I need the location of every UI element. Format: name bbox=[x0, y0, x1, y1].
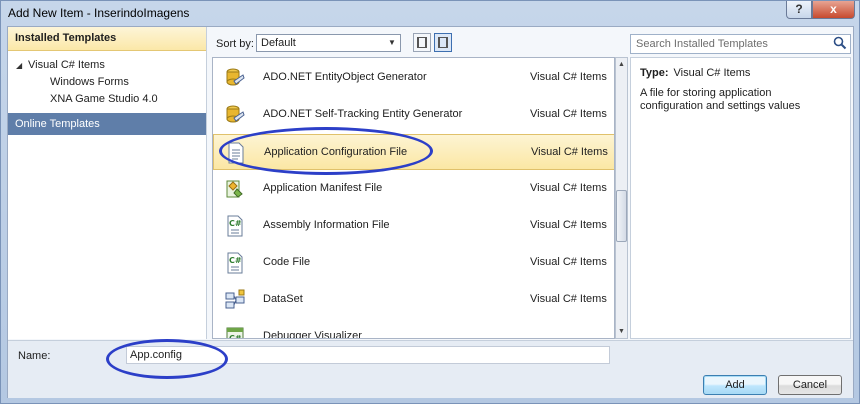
template-name: DataSet bbox=[263, 293, 303, 305]
dialog-client-area: Installed Templates ◢ Visual C# Items Win… bbox=[7, 26, 854, 398]
name-input[interactable]: App.config bbox=[126, 346, 610, 364]
search-placeholder: Search Installed Templates bbox=[636, 38, 768, 50]
template-row[interactable]: Application Manifest File Visual C# Item… bbox=[213, 171, 614, 207]
template-category: Visual C# Items bbox=[531, 146, 608, 158]
csharp-file-icon: C# bbox=[227, 215, 243, 237]
template-row[interactable]: C# Debugger Visualizer bbox=[213, 319, 614, 339]
template-type-line: Type: Visual C# Items bbox=[640, 67, 850, 79]
tree-item-visual-csharp-items[interactable]: ◢ Visual C# Items bbox=[16, 57, 105, 73]
csharp-file-icon: C# bbox=[227, 252, 243, 274]
svg-text:C#: C# bbox=[229, 256, 242, 265]
template-name: ADO.NET Self-Tracking Entity Generator bbox=[263, 108, 463, 120]
chevron-down-icon[interactable]: ▼ bbox=[385, 36, 399, 50]
template-name: Assembly Information File bbox=[263, 219, 390, 231]
templates-list-scrollbar[interactable]: ▲ ▼ bbox=[615, 57, 628, 339]
template-row[interactable]: DataSet Visual C# Items bbox=[213, 282, 614, 318]
name-label: Name: bbox=[18, 350, 51, 362]
tree-item-xna-game-studio[interactable]: XNA Game Studio 4.0 bbox=[50, 91, 158, 107]
template-name: Application Manifest File bbox=[263, 182, 383, 194]
window-title: Add New Item - InserindoImagens bbox=[8, 6, 190, 20]
tree-item-label: Visual C# Items bbox=[28, 59, 105, 71]
template-description: A file for storing application configura… bbox=[640, 87, 801, 112]
visualizer-icon: C# bbox=[226, 327, 244, 339]
type-label: Type: bbox=[640, 67, 669, 79]
template-category: Visual C# Items bbox=[530, 182, 607, 194]
installed-templates-header[interactable]: Installed Templates bbox=[8, 27, 206, 51]
search-installed-templates-input[interactable]: Search Installed Templates bbox=[630, 34, 851, 54]
title-bar: Add New Item - InserindoImagens ? x bbox=[1, 1, 859, 25]
sort-by-value: Default bbox=[261, 37, 296, 49]
small-icons-view-button[interactable] bbox=[413, 33, 431, 52]
scroll-up-arrow-icon[interactable]: ▲ bbox=[616, 58, 627, 71]
template-details-pane: Type: Visual C# Items A file for storing … bbox=[630, 57, 851, 339]
small-icons-view-icon bbox=[417, 37, 427, 48]
template-row[interactable]: C# Code File Visual C# Items bbox=[213, 245, 614, 281]
medium-icons-view-icon bbox=[438, 37, 448, 48]
entity-generator-icon bbox=[226, 105, 245, 123]
template-name: Application Configuration File bbox=[264, 146, 408, 158]
close-button[interactable]: x bbox=[812, 1, 855, 19]
sort-by-label: Sort by: bbox=[216, 38, 254, 50]
template-name: Debugger Visualizer bbox=[263, 330, 362, 339]
template-row[interactable]: ADO.NET EntityObject Generator Visual C#… bbox=[213, 60, 614, 96]
tree-item-windows-forms[interactable]: Windows Forms bbox=[50, 74, 129, 90]
template-name: ADO.NET EntityObject Generator bbox=[263, 71, 427, 83]
name-bar: Name: App.config bbox=[8, 340, 853, 368]
tree-item-label: XNA Game Studio 4.0 bbox=[50, 93, 158, 105]
online-templates-item[interactable]: Online Templates bbox=[8, 113, 206, 135]
template-category: Visual C# Items bbox=[530, 219, 607, 231]
add-new-item-dialog: Add New Item - InserindoImagens ? x Inst… bbox=[0, 0, 860, 404]
search-icon[interactable] bbox=[833, 36, 847, 50]
tree-item-label: Windows Forms bbox=[50, 76, 129, 88]
template-category: Visual C# Items bbox=[530, 293, 607, 305]
dataset-icon bbox=[225, 289, 245, 309]
medium-icons-view-button[interactable] bbox=[434, 33, 452, 52]
sort-toolbar: Sort by: Default ▼ bbox=[208, 27, 622, 56]
svg-text:C#: C# bbox=[229, 334, 242, 339]
help-button[interactable]: ? bbox=[786, 1, 812, 19]
svg-text:C#: C# bbox=[229, 219, 242, 228]
scroll-down-arrow-icon[interactable]: ▼ bbox=[616, 325, 627, 338]
template-name: Code File bbox=[263, 256, 311, 268]
templates-list: ADO.NET EntityObject Generator Visual C#… bbox=[212, 57, 615, 339]
template-category: Visual C# Items bbox=[530, 256, 607, 268]
config-file-icon bbox=[228, 142, 244, 164]
template-row[interactable]: ADO.NET Self-Tracking Entity Generator V… bbox=[213, 97, 614, 133]
template-row[interactable]: C# Assembly Information File Visual C# I… bbox=[213, 208, 614, 244]
template-category: Visual C# Items bbox=[530, 108, 607, 120]
add-button[interactable]: Add bbox=[703, 375, 767, 395]
cancel-button[interactable]: Cancel bbox=[778, 375, 842, 395]
sort-by-dropdown[interactable]: Default ▼ bbox=[256, 34, 401, 52]
dialog-button-bar: Add Cancel bbox=[8, 368, 853, 398]
template-row-selected[interactable]: Application Configuration File Visual C#… bbox=[213, 134, 614, 170]
templates-tree-pane: Installed Templates ◢ Visual C# Items Win… bbox=[8, 27, 207, 339]
manifest-file-icon bbox=[226, 180, 243, 198]
type-value: Visual C# Items bbox=[673, 67, 751, 79]
expand-arrow-icon[interactable]: ◢ bbox=[16, 58, 28, 74]
template-category: Visual C# Items bbox=[530, 71, 607, 83]
scrollbar-thumb[interactable] bbox=[616, 190, 627, 242]
entity-generator-icon bbox=[226, 68, 245, 86]
